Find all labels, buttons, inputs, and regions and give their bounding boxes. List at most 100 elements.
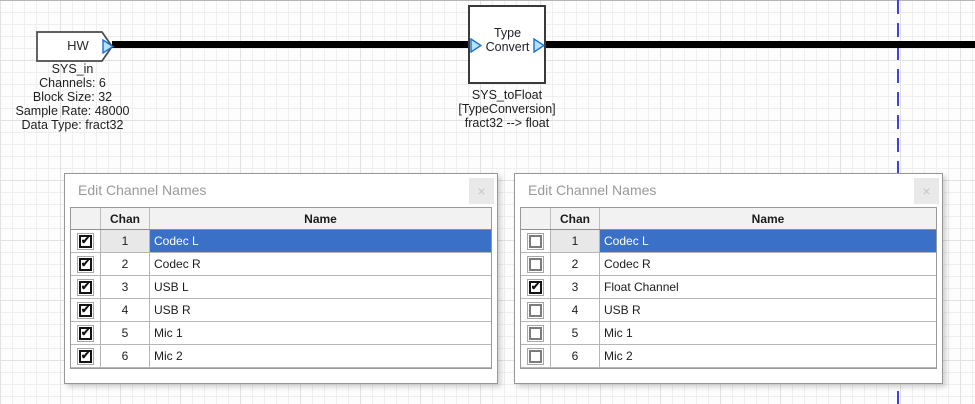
checkbox-inner xyxy=(529,258,542,271)
edit-channel-names-dialog-2: Edit Channel Names × Chan Name 1 Codec L… xyxy=(514,173,943,384)
dialog-titlebar[interactable]: Edit Channel Names × xyxy=(65,174,497,207)
channel-checkbox[interactable] xyxy=(527,256,544,273)
dialog-titlebar[interactable]: Edit Channel Names × xyxy=(515,174,942,207)
canvas-top-edge xyxy=(0,0,975,1)
channel-checkbox[interactable] xyxy=(527,348,544,365)
channel-number[interactable]: 1 xyxy=(551,230,600,252)
schematic-canvas: HW SYS_in Channels: 6 Block Size: 32 Sam… xyxy=(0,0,975,404)
checkbox-cell[interactable] xyxy=(521,276,551,298)
channel-name[interactable]: USB L xyxy=(150,276,491,298)
checkbox-cell[interactable] xyxy=(521,345,551,367)
table-row: 2 Codec R xyxy=(71,253,491,276)
channel-number[interactable]: 5 xyxy=(551,322,600,344)
hw-instance-name: SYS_in xyxy=(0,62,145,76)
type-convert-block-labels: SYS_toFloat [TypeConversion] fract32 -->… xyxy=(427,88,587,130)
channel-checkbox[interactable] xyxy=(77,348,94,365)
checkbox-inner xyxy=(79,327,92,340)
table-row: 1 Codec L xyxy=(521,230,936,253)
checkbox-inner xyxy=(529,281,542,294)
checkbox-cell[interactable] xyxy=(71,299,101,321)
checkbox-inner xyxy=(529,327,542,340)
header-name-column: Name xyxy=(600,208,936,229)
channel-number[interactable]: 2 xyxy=(551,253,600,275)
checkbox-cell[interactable] xyxy=(521,253,551,275)
channel-number[interactable]: 2 xyxy=(101,253,150,275)
checkbox-inner xyxy=(529,304,542,317)
table-row: 3 USB L xyxy=(71,276,491,299)
channel-checkbox[interactable] xyxy=(77,233,94,250)
channel-name[interactable]: Codec L xyxy=(150,230,491,252)
channel-name[interactable]: Codec L xyxy=(600,230,936,252)
tc-conversion-label: fract32 --> float xyxy=(427,116,587,130)
header-chan-column: Chan xyxy=(551,208,600,229)
table-header-row: Chan Name xyxy=(71,208,491,230)
table-row: 2 Codec R xyxy=(521,253,936,276)
header-check-column xyxy=(521,208,551,229)
checkbox-cell[interactable] xyxy=(71,253,101,275)
channel-name[interactable]: Mic 1 xyxy=(150,322,491,344)
dialog-title: Edit Channel Names xyxy=(78,182,206,198)
input-pin-icon xyxy=(470,38,482,53)
hw-blocksize-label: Block Size: 32 xyxy=(0,90,145,104)
dialog-title: Edit Channel Names xyxy=(528,182,656,198)
tc-module-type: [TypeConversion] xyxy=(427,102,587,116)
table-row: 4 USB R xyxy=(521,299,936,322)
channel-name[interactable]: Mic 2 xyxy=(600,345,936,367)
channel-number[interactable]: 3 xyxy=(101,276,150,298)
table-row: 1 Codec L xyxy=(71,230,491,253)
table-row: 6 Mic 2 xyxy=(521,345,936,368)
edit-channel-names-dialog-1: Edit Channel Names × Chan Name 1 Codec L… xyxy=(64,173,498,384)
checkbox-inner xyxy=(529,350,542,363)
hw-samplerate-label: Sample Rate: 48000 xyxy=(0,104,145,118)
wire-typeconvert-out[interactable] xyxy=(545,41,975,48)
channel-checkbox[interactable] xyxy=(527,233,544,250)
channel-number[interactable]: 4 xyxy=(101,299,150,321)
checkbox-inner xyxy=(529,235,542,248)
hw-block-title[interactable]: HW xyxy=(50,38,106,53)
checkbox-cell[interactable] xyxy=(71,345,101,367)
channel-checkbox[interactable] xyxy=(527,279,544,296)
checkbox-inner xyxy=(79,258,92,271)
table-row: 5 Mic 1 xyxy=(71,322,491,345)
channel-name[interactable]: Float Channel xyxy=(600,276,936,298)
checkbox-cell[interactable] xyxy=(71,276,101,298)
table-row: 4 USB R xyxy=(71,299,491,322)
table-row: 6 Mic 2 xyxy=(71,345,491,368)
checkbox-inner xyxy=(79,350,92,363)
close-icon[interactable]: × xyxy=(469,178,494,204)
channel-number[interactable]: 5 xyxy=(101,322,150,344)
channel-checkbox[interactable] xyxy=(77,325,94,342)
channel-number[interactable]: 4 xyxy=(551,299,600,321)
channel-name[interactable]: Mic 2 xyxy=(150,345,491,367)
channel-checkbox[interactable] xyxy=(77,279,94,296)
checkbox-cell[interactable] xyxy=(521,322,551,344)
checkbox-cell[interactable] xyxy=(71,230,101,252)
wire-hw-to-typeconvert[interactable] xyxy=(112,41,469,48)
close-icon[interactable]: × xyxy=(914,178,939,204)
checkbox-inner xyxy=(79,281,92,294)
channel-name[interactable]: Codec R xyxy=(600,253,936,275)
channel-checkbox[interactable] xyxy=(527,325,544,342)
checkbox-inner xyxy=(79,304,92,317)
hw-datatype-label: Data Type: fract32 xyxy=(0,118,145,132)
channel-checkbox[interactable] xyxy=(527,302,544,319)
channel-number[interactable]: 1 xyxy=(101,230,150,252)
channel-name[interactable]: USB R xyxy=(600,299,936,321)
channel-number[interactable]: 6 xyxy=(551,345,600,367)
channel-number[interactable]: 6 xyxy=(101,345,150,367)
checkbox-inner xyxy=(79,235,92,248)
table-header-row: Chan Name xyxy=(521,208,936,230)
channel-number[interactable]: 3 xyxy=(551,276,600,298)
channel-checkbox[interactable] xyxy=(77,256,94,273)
channel-name[interactable]: Mic 1 xyxy=(600,322,936,344)
channel-name[interactable]: Codec R xyxy=(150,253,491,275)
checkbox-cell[interactable] xyxy=(71,322,101,344)
channel-checkbox[interactable] xyxy=(77,302,94,319)
checkbox-cell[interactable] xyxy=(521,230,551,252)
table-row: 3 Float Channel xyxy=(521,276,936,299)
output-pin-icon xyxy=(533,38,545,53)
checkbox-cell[interactable] xyxy=(521,299,551,321)
channel-name[interactable]: USB R xyxy=(150,299,491,321)
channel-table: Chan Name 1 Codec L 2 Codec R 3 Float Ch… xyxy=(520,207,937,369)
tc-instance-name: SYS_toFloat xyxy=(427,88,587,102)
